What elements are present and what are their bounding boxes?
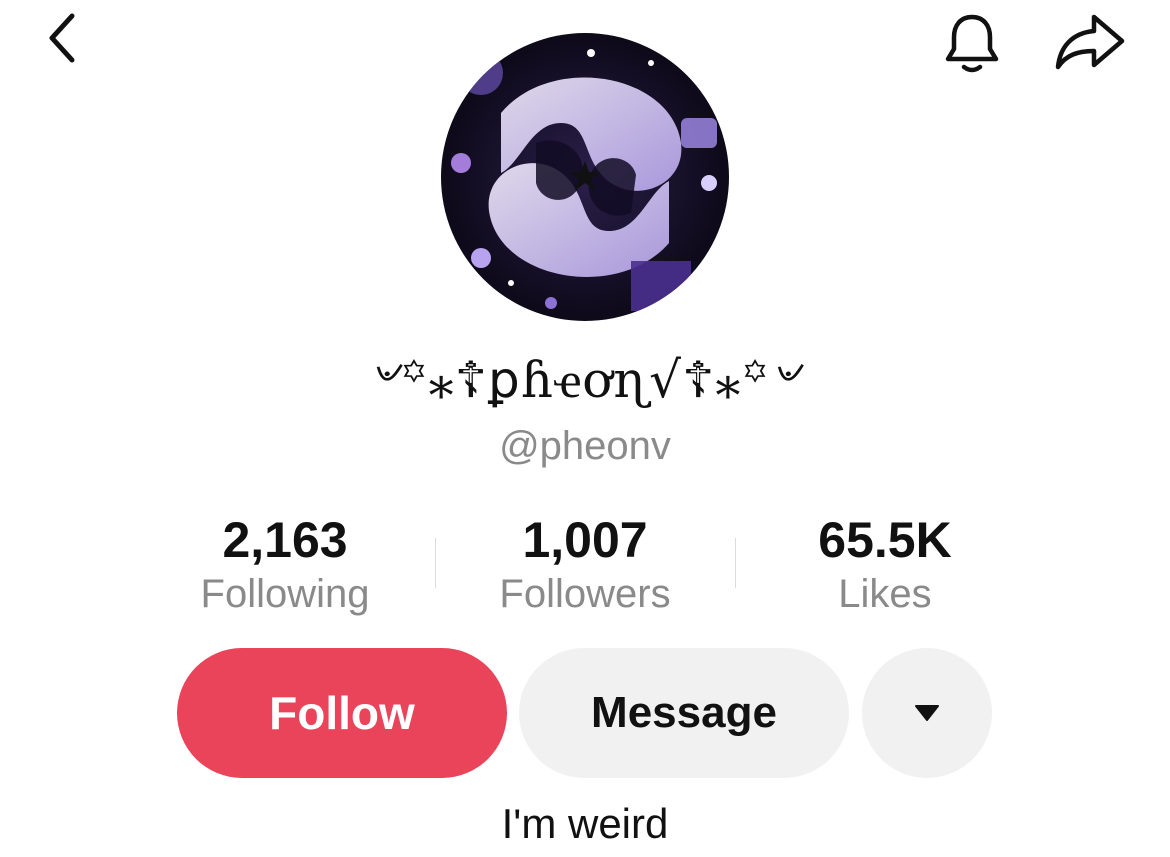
more-options-button[interactable] [862, 648, 992, 778]
profile-avatar[interactable] [441, 33, 729, 321]
stat-label: Likes [838, 572, 932, 616]
stat-value: 2,163 [222, 512, 348, 568]
back-button[interactable] [30, 6, 94, 70]
profile-bio: I'm weird [501, 800, 669, 847]
stat-value: 1,007 [522, 512, 648, 568]
username-handle: @pheonv [499, 424, 671, 468]
profile-stats: 2,163 Following 1,007 Followers 65.5K Li… [135, 508, 1035, 618]
caret-down-icon [915, 705, 939, 721]
stat-label: Followers [499, 572, 671, 616]
share-button[interactable] [1050, 6, 1130, 78]
stat-followers[interactable]: 1,007 Followers [435, 508, 735, 616]
chevron-left-icon [49, 13, 75, 63]
follow-button[interactable]: Follow [177, 648, 507, 778]
stat-label: Following [200, 572, 370, 616]
stat-following[interactable]: 2,163 Following [135, 508, 435, 616]
notification-bell-button[interactable] [936, 6, 1008, 78]
stat-value: 65.5K [818, 512, 952, 568]
share-arrow-icon [1055, 14, 1125, 70]
display-name: ৺꙳⁎☦ꝑɦҽơɳ√☦⁎꙳৺ [368, 350, 802, 409]
bell-icon [945, 14, 999, 73]
stat-likes[interactable]: 65.5K Likes [735, 508, 1035, 616]
message-button[interactable]: Message [519, 648, 849, 778]
avatar-image [441, 33, 729, 321]
